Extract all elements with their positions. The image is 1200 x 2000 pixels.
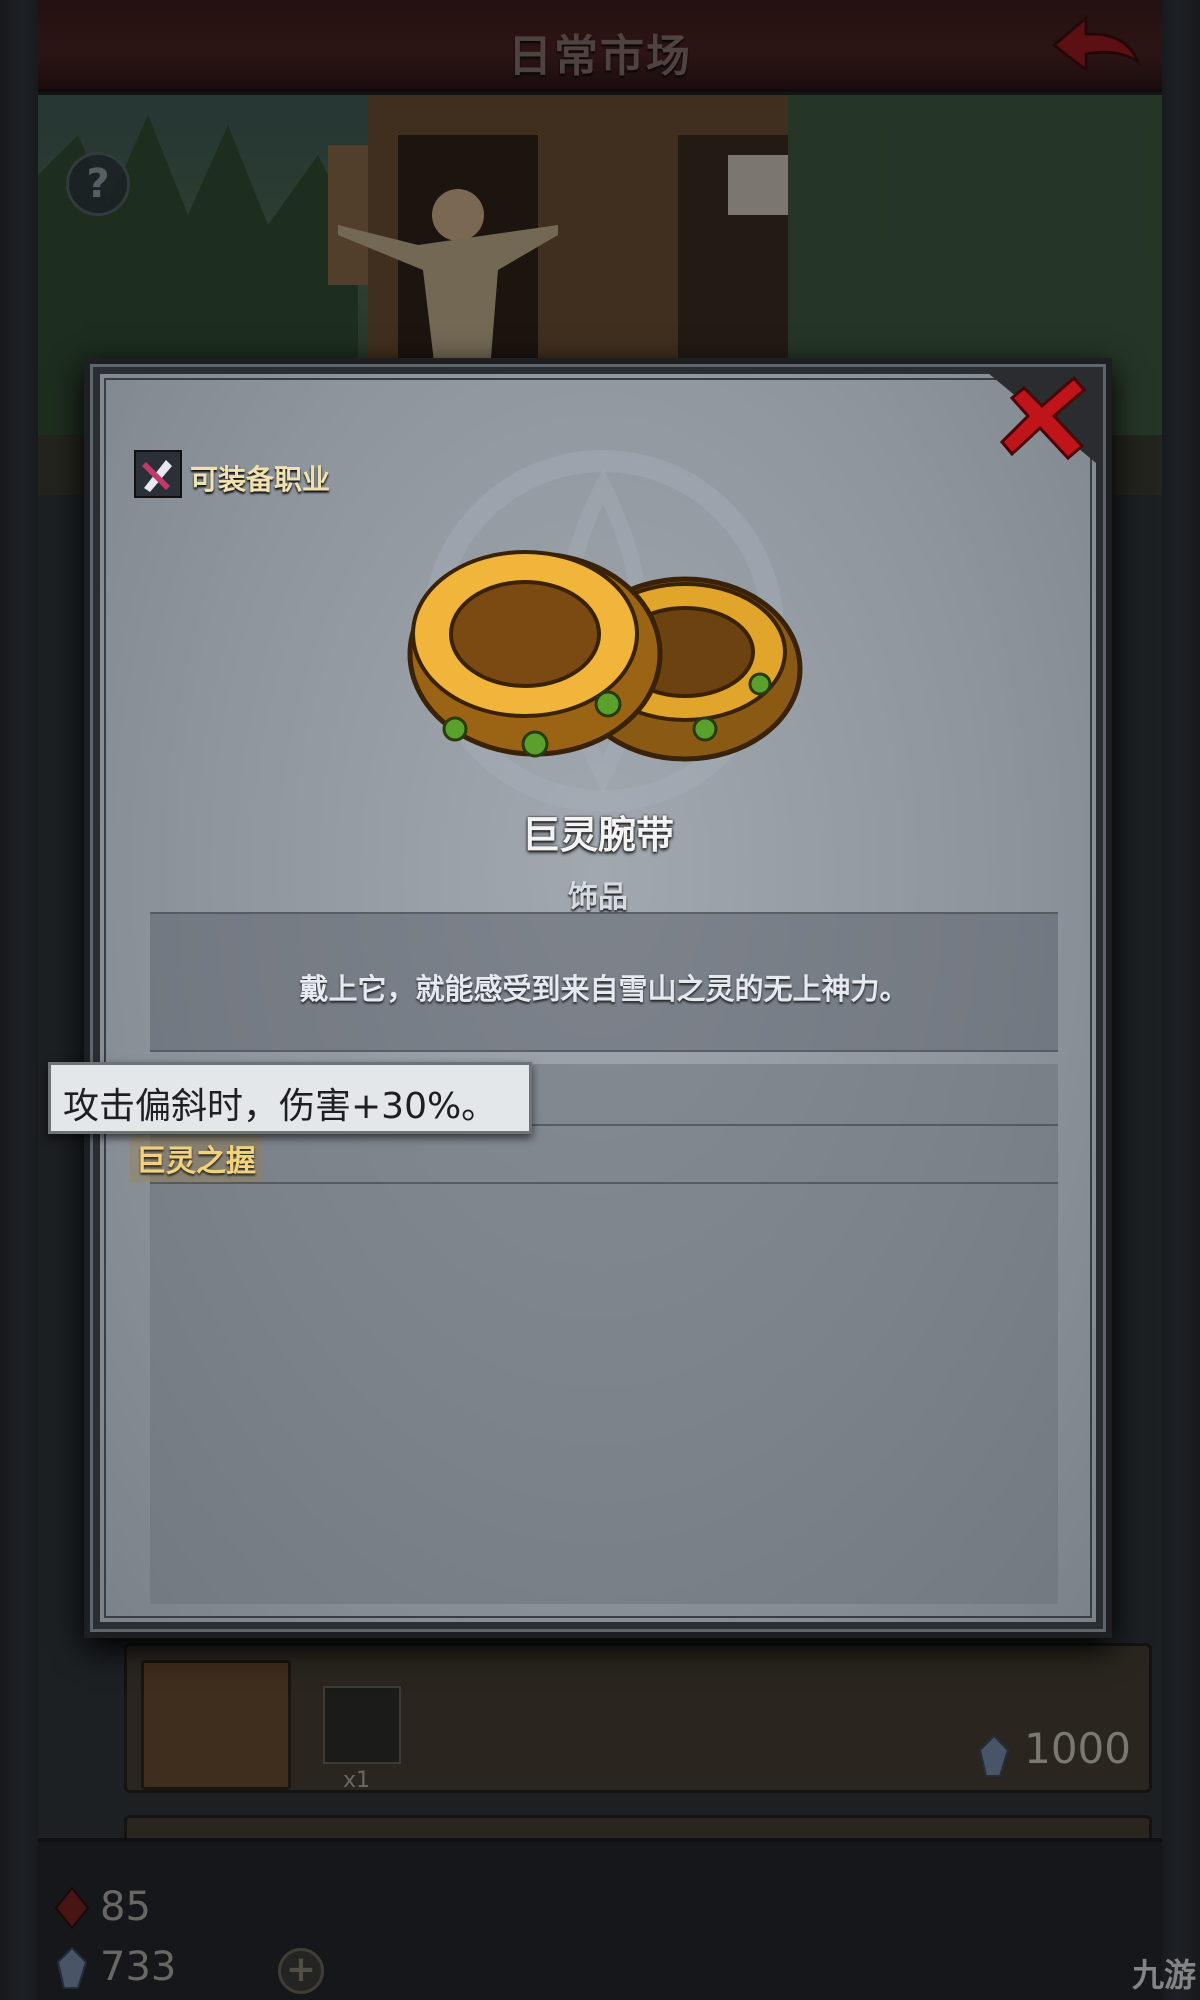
skill-name[interactable]: 巨灵之握 [130,1134,262,1182]
item-name: 巨灵腕带 [521,813,674,857]
stats-panel [150,1064,1058,1604]
bracer-rings-image [407,550,803,762]
close-icon[interactable] [982,368,1102,468]
item-detail-dialog: 可装备职业 巨灵腕带 饰品 戴上它，就能感受到来自雪山之灵的无上神力。 巨灵之握 [84,358,1112,1638]
description-box: 戴上它，就能感受到来自雪山之灵的无上神力。 [150,912,1058,1052]
class-label: 可装备职业 [190,463,331,496]
skill-tooltip: 攻击偏斜时，伤害+30%。 [48,1062,532,1134]
item-description: 戴上它，就能感受到来自雪山之灵的无上神力。 [299,972,909,1006]
tooltip-text: 攻击偏斜时，伤害+30%。 [63,1086,498,1127]
stats-divider [150,1182,1058,1184]
class-icon [134,450,182,498]
item-type: 饰品 [568,880,628,915]
